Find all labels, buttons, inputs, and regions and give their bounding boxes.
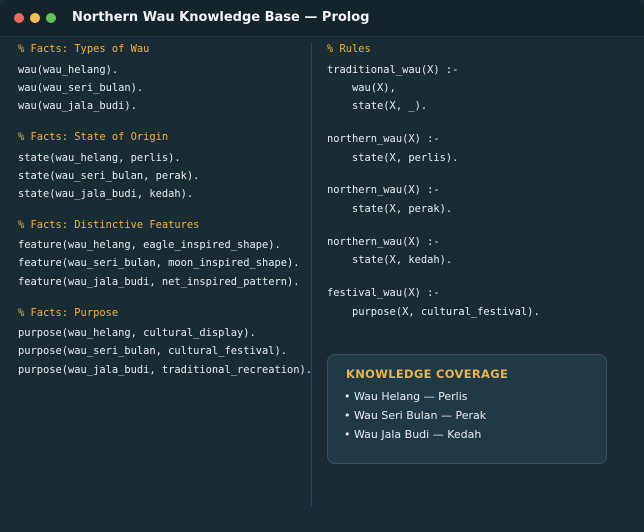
window-title: Northern Wau Knowledge Base — Prolog — [72, 10, 370, 25]
coverage-item: • Wau Helang — Perlis — [344, 390, 468, 403]
code-line: purpose(wau_seri_bulan, cultural_festiva… — [18, 345, 287, 357]
code-line: purpose(X, cultural_festival). — [327, 306, 540, 318]
close-window-button[interactable] — [14, 13, 24, 23]
code-line: festival_wau(X) :- — [327, 287, 440, 299]
coverage-title: KNOWLEDGE COVERAGE — [346, 367, 509, 381]
coverage-item: • Wau Jala Budi — Kedah — [344, 428, 482, 441]
code-line: wau(wau_seri_bulan). — [18, 82, 144, 94]
code-line: state(X, perak). — [327, 203, 453, 215]
knowledge-coverage-card: KNOWLEDGE COVERAGE • Wau Helang — Perlis… — [327, 354, 607, 464]
code-line: wau(X), — [327, 82, 396, 94]
code-line: northern_wau(X) :- — [327, 184, 440, 196]
facts-purpose-comment: % Facts: Purpose — [18, 307, 119, 319]
code-line: state(wau_seri_bulan, perak). — [18, 170, 200, 182]
minimize-window-button[interactable] — [30, 13, 40, 23]
code-line: northern_wau(X) :- — [327, 236, 440, 248]
code-line: state(wau_helang, perlis). — [18, 152, 181, 164]
code-line: purpose(wau_helang, cultural_display). — [18, 327, 256, 339]
facts-types-comment: % Facts: Types of Wau — [18, 43, 150, 55]
code-line: feature(wau_jala_budi, net_inspired_patt… — [18, 276, 300, 288]
column-divider — [311, 42, 312, 506]
coverage-item: • Wau Seri Bulan — Perak — [344, 409, 487, 422]
app-window: Northern Wau Knowledge Base — Prolog % F… — [0, 0, 644, 532]
code-line: state(X, kedah). — [327, 254, 453, 266]
facts-features-comment: % Facts: Distinctive Features — [18, 219, 200, 231]
code-line: traditional_wau(X) :- — [327, 64, 459, 76]
code-line: purpose(wau_jala_budi, traditional_recre… — [18, 364, 313, 376]
facts-origin-comment: % Facts: State of Origin — [18, 131, 169, 143]
code-line: wau(wau_jala_budi). — [18, 100, 137, 112]
code-line: state(X, perlis). — [327, 152, 459, 164]
code-line: northern_wau(X) :- — [327, 133, 440, 145]
maximize-window-button[interactable] — [46, 13, 56, 23]
code-line: state(X, _). — [327, 100, 428, 112]
code-line: feature(wau_seri_bulan, moon_inspired_sh… — [18, 257, 300, 269]
code-line: feature(wau_helang, eagle_inspired_shape… — [18, 239, 281, 251]
code-line: wau(wau_helang). — [18, 64, 119, 76]
rules-comment: % Rules — [327, 43, 371, 55]
code-line: state(wau_jala_budi, kedah). — [18, 188, 194, 200]
title-bar: Northern Wau Knowledge Base — Prolog — [0, 0, 644, 37]
